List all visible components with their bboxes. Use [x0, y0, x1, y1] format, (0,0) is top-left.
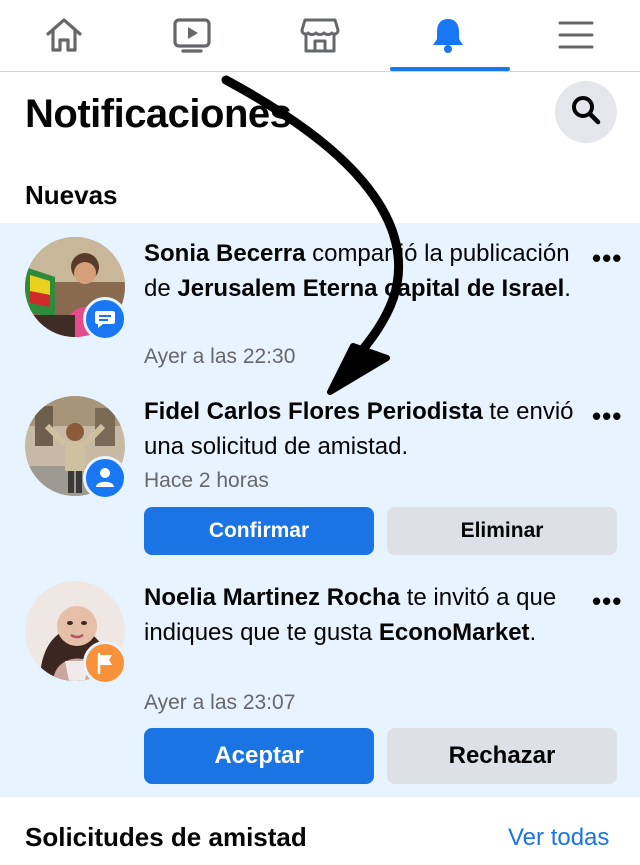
see-all-link[interactable]: Ver todas — [508, 824, 609, 852]
menu-icon — [556, 15, 596, 55]
target-name[interactable]: EconoMarket — [379, 619, 530, 646]
search-button[interactable] — [555, 81, 617, 143]
notification-item[interactable]: Noelia Martinez Rocha te invitó a que in… — [0, 573, 640, 797]
top-nav-bar — [0, 0, 640, 72]
nav-watch[interactable] — [128, 0, 256, 70]
notification-text: Fidel Carlos Flores Periodista te envió … — [144, 398, 574, 460]
notification-time: Ayer a las 22:30 — [144, 345, 296, 368]
nav-home[interactable] — [0, 0, 128, 70]
bell-icon — [428, 15, 468, 55]
confirm-button[interactable]: Confirmar — [144, 507, 374, 555]
notification-text: Noelia Martinez Rocha te invitó a que in… — [144, 584, 557, 646]
more-options-button[interactable]: ••• — [592, 245, 622, 271]
new-notifications-list: Sonia Becerra compartió la publicación d… — [0, 223, 640, 797]
video-icon — [171, 15, 213, 55]
actor-name[interactable]: Noelia Martinez Rocha — [144, 584, 400, 611]
actor-name[interactable]: Sonia Becerra — [144, 240, 305, 267]
friend-requests-title: Solicitudes de amistad — [25, 822, 307, 852]
comment-badge-icon — [83, 297, 127, 341]
notification-time: Hace 2 horas — [144, 469, 269, 492]
page-title: Notificaciones — [25, 92, 292, 136]
notification-item[interactable]: Fidel Carlos Flores Periodista te envió … — [0, 383, 640, 573]
more-options-button[interactable]: ••• — [592, 403, 622, 429]
reject-button[interactable]: Rechazar — [387, 728, 617, 784]
notification-text: Sonia Becerra compartió la publicación d… — [144, 240, 571, 302]
section-new-label: Nuevas — [25, 180, 118, 210]
home-icon — [44, 15, 84, 55]
nav-menu[interactable] — [512, 0, 640, 70]
notification-time: Ayer a las 23:07 — [144, 691, 296, 714]
search-icon — [570, 94, 602, 131]
friend-badge-icon — [83, 456, 127, 500]
marketplace-icon — [299, 15, 341, 55]
actor-name[interactable]: Fidel Carlos Flores Periodista — [144, 398, 483, 425]
more-options-button[interactable]: ••• — [592, 588, 622, 614]
page-flag-badge-icon — [83, 641, 127, 685]
accept-button[interactable]: Aceptar — [144, 728, 374, 784]
nav-notifications[interactable] — [384, 0, 512, 70]
active-tab-indicator — [390, 67, 510, 71]
delete-button[interactable]: Eliminar — [387, 507, 617, 555]
notification-item[interactable]: Sonia Becerra compartió la publicación d… — [0, 223, 640, 383]
target-name[interactable]: Jerusalem Eterna capital de Israel — [177, 275, 564, 302]
nav-marketplace[interactable] — [256, 0, 384, 70]
